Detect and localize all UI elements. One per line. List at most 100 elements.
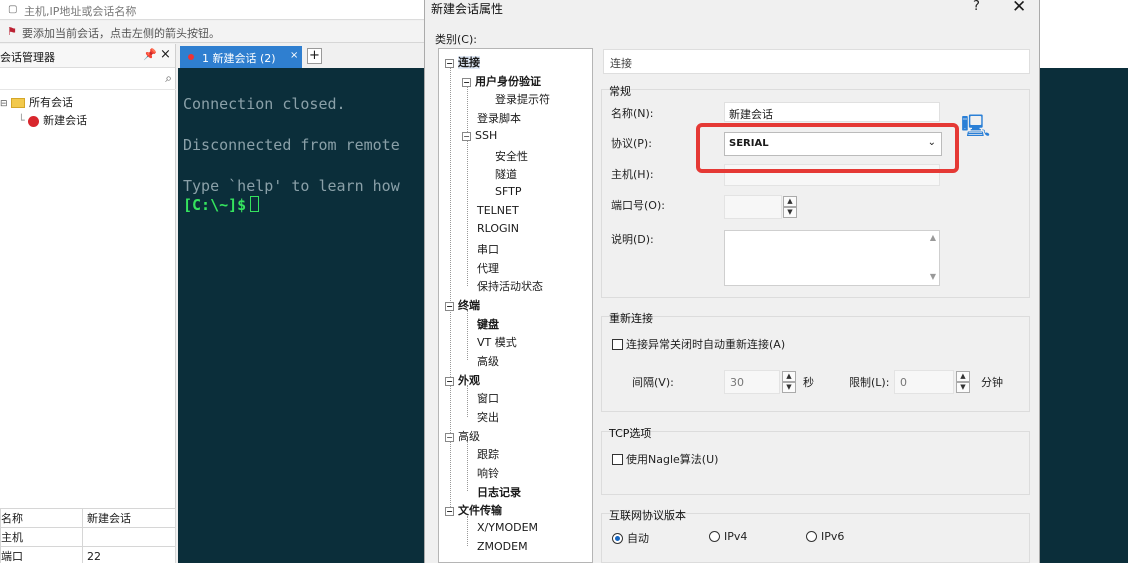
window-area <box>1040 0 1128 68</box>
tree-item-vt-mode[interactable]: VT 模式 <box>477 334 517 350</box>
tree-item-ssh[interactable]: − SSH <box>462 129 497 142</box>
checkbox-label: 使用Nagle算法(U) <box>626 453 719 466</box>
tree-item-terminal-advanced[interactable]: 高级 <box>477 353 499 369</box>
tree-item-session[interactable]: └ 新建会话 <box>18 112 87 128</box>
pin-icon[interactable]: 📌 <box>143 48 157 61</box>
tree-item-rlogin[interactable]: RLOGIN <box>477 222 519 235</box>
category-tree[interactable]: − 连接 − 用户身份验证 登录提示符 登录脚本 − SSH 安全性 隧道 SFTP … <box>438 48 593 563</box>
tree-item-label: 突出 <box>477 411 499 424</box>
nagle-checkbox[interactable]: 使用Nagle算法(U) <box>612 451 718 467</box>
tree-item-file-transfer[interactable]: − 文件传输 <box>445 502 502 518</box>
scroll-down-icon[interactable]: ▼ <box>930 272 936 281</box>
session-properties-dialog: 新建会话属性 ? ✕ 类别(C): − 连接 − 用户身份验证 登录提示符 登录脚本… <box>424 0 1040 563</box>
tree-item-telnet[interactable]: TELNET <box>477 204 519 217</box>
tree-item-label: SSH <box>475 129 498 142</box>
collapse-icon[interactable]: − <box>445 59 454 68</box>
help-button[interactable]: ? <box>973 0 980 14</box>
session-properties-table: 名称 新建会话 主机 端口 22 <box>0 508 176 563</box>
search-icon[interactable]: ⌕ <box>165 71 172 86</box>
new-tab-button[interactable]: + <box>307 48 322 64</box>
interval-value: 30 <box>730 376 744 389</box>
tree-line <box>467 385 468 417</box>
tree-item-window[interactable]: 窗口 <box>477 390 499 406</box>
collapse-icon[interactable]: − <box>462 132 471 141</box>
collapse-icon[interactable]: − <box>445 377 454 386</box>
tree-item-label: 键盘 <box>477 318 499 331</box>
port-up-icon[interactable]: ▲ <box>783 196 797 207</box>
auto-reconnect-checkbox[interactable]: 连接异常关闭时自动重新连接(A) <box>612 336 785 352</box>
limit-value: 0 <box>900 376 907 389</box>
interval-field[interactable]: 30 <box>724 370 780 394</box>
checkbox-icon[interactable] <box>612 454 623 465</box>
terminal-line: Type `help' to learn how <box>183 177 400 195</box>
expand-icon[interactable]: ⊟ <box>0 99 8 109</box>
property-value: 22 <box>82 546 176 563</box>
folder-icon <box>11 98 26 108</box>
limit-up-icon[interactable]: ▲ <box>956 371 970 382</box>
scroll-up-icon[interactable]: ▲ <box>930 233 936 242</box>
tree-item-xymodem[interactable]: X/YMODEM <box>477 521 538 534</box>
limit-field[interactable]: 0 <box>894 370 954 394</box>
tree-item-login-prompt[interactable]: 登录提示符 <box>495 91 550 107</box>
ipv4-radio[interactable]: IPv4 <box>709 530 747 543</box>
tree-item-label: 高级 <box>477 355 499 368</box>
interval-down-icon[interactable]: ▼ <box>782 382 796 393</box>
tree-item-logging[interactable]: 日志记录 <box>477 484 521 500</box>
tree-item-label: 安全性 <box>495 150 528 163</box>
session-search[interactable]: ⌕ <box>0 68 176 90</box>
checkbox-icon[interactable] <box>612 339 623 350</box>
tree-line <box>467 441 468 491</box>
ip-auto-radio[interactable]: 自动 <box>612 530 649 546</box>
ipv6-radio[interactable]: IPv6 <box>806 530 844 543</box>
port-down-icon[interactable]: ▼ <box>783 207 797 218</box>
tree-item-connection[interactable]: − 连接 <box>445 54 480 70</box>
tree-item-label: 登录脚本 <box>477 112 521 125</box>
tab-close-icon[interactable]: × <box>290 50 298 61</box>
tree-item-trace[interactable]: 跟踪 <box>477 446 499 462</box>
tree-item-label: 登录提示符 <box>495 93 550 106</box>
tree-item-highlight[interactable]: 突出 <box>477 409 499 425</box>
tree-item-label: 外观 <box>458 374 480 387</box>
session-manager-title: 会话管理器 <box>0 51 55 64</box>
collapse-icon[interactable]: − <box>445 507 454 516</box>
tree-item-terminal[interactable]: − 终端 <box>445 297 480 313</box>
radio-icon[interactable] <box>806 531 817 542</box>
tree-item-user-auth[interactable]: − 用户身份验证 <box>462 73 541 89</box>
dialog-close-button[interactable]: ✕ <box>1012 0 1026 17</box>
tree-item-zmodem[interactable]: ZMODEM <box>477 540 528 553</box>
tree-item-keyboard[interactable]: 键盘 <box>477 316 499 332</box>
tree-item-bell[interactable]: 响铃 <box>477 465 499 481</box>
close-icon[interactable]: × <box>160 47 171 62</box>
tree-item-login-script[interactable]: 登录脚本 <box>477 110 521 126</box>
radio-label: IPv6 <box>821 530 845 543</box>
tree-item-label: VT 模式 <box>477 336 517 349</box>
tree-item-proxy[interactable]: 代理 <box>477 260 499 276</box>
tree-item-label: ZMODEM <box>477 540 528 553</box>
port-field[interactable] <box>724 195 782 219</box>
limit-down-icon[interactable]: ▼ <box>956 382 970 393</box>
collapse-icon[interactable]: − <box>445 433 454 442</box>
radio-icon[interactable] <box>709 531 720 542</box>
reconnect-group-title: 重新连接 <box>609 312 653 325</box>
description-field[interactable]: ▲ ▼ <box>724 230 940 286</box>
session-manager-pane: 会话管理器 📌 × ⌕ ⊟ 所有会话 └ 新建会话 名称 新建会话 主机 端口 22 <box>0 44 176 563</box>
tab-session[interactable]: 1 新建会话 (2) × <box>180 46 302 68</box>
tree-item-all-sessions[interactable]: ⊟ 所有会话 <box>0 94 73 110</box>
interval-up-icon[interactable]: ▲ <box>782 371 796 382</box>
ip-version-group-title: 互联网协议版本 <box>609 509 686 522</box>
tree-item-sftp[interactable]: SFTP <box>495 185 521 198</box>
collapse-icon[interactable]: − <box>445 302 454 311</box>
tree-item-tunnel[interactable]: 隧道 <box>495 166 517 182</box>
tree-item-label: 日志记录 <box>477 486 521 499</box>
radio-selected-icon[interactable] <box>612 533 623 544</box>
tree-item-appearance[interactable]: − 外观 <box>445 372 480 388</box>
tree-item-label: 文件传输 <box>458 504 502 517</box>
tree-item-security[interactable]: 安全性 <box>495 148 528 164</box>
tree-item-keepalive[interactable]: 保持活动状态 <box>477 278 543 294</box>
name-field-value: 新建会话 <box>729 108 773 121</box>
collapse-icon[interactable]: − <box>462 78 471 87</box>
tree-item-serial[interactable]: 串口 <box>477 241 499 257</box>
name-field[interactable]: 新建会话 <box>724 102 940 122</box>
tree-item-advanced[interactable]: − 高级 <box>445 428 480 444</box>
interval-unit: 秒 <box>803 376 814 389</box>
